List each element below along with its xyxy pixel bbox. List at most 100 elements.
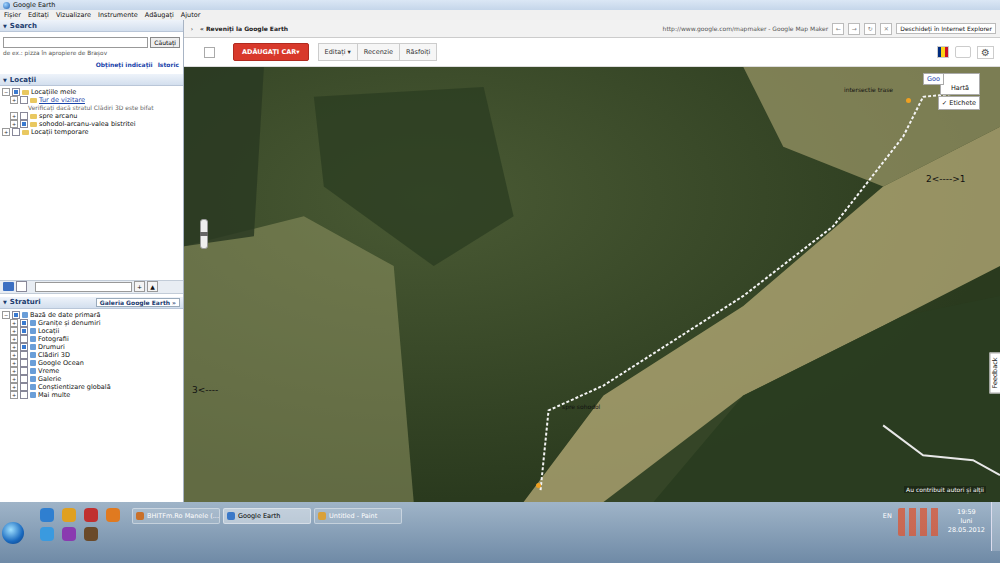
show-desktop-button[interactable]: [991, 502, 1000, 551]
checkbox[interactable]: [20, 383, 28, 391]
search-button[interactable]: Căutați: [150, 37, 180, 48]
expander-icon[interactable]: +: [10, 112, 18, 120]
expander-icon[interactable]: +: [10, 96, 18, 104]
expander-icon[interactable]: −: [2, 311, 10, 319]
stop-icon[interactable]: ✕: [880, 23, 892, 35]
search-link[interactable]: Istoric: [158, 61, 179, 68]
app-icon[interactable]: [84, 508, 98, 522]
clock[interactable]: 19:59luni28.05.2012: [948, 508, 985, 535]
place-item[interactable]: −Locațiile mele: [2, 88, 181, 96]
language-indicator[interactable]: EN: [883, 512, 892, 520]
expander-icon[interactable]: +: [10, 120, 18, 128]
reload-icon[interactable]: ↻: [864, 23, 876, 35]
layer-item[interactable]: +Locații: [2, 327, 181, 335]
forward-arrow-icon[interactable]: →: [848, 23, 860, 35]
checkbox[interactable]: [20, 327, 28, 335]
layer-item[interactable]: +Drumuri: [2, 343, 181, 351]
layer-item[interactable]: −Bază de date primară: [2, 311, 181, 319]
fullscreen-icon[interactable]: [204, 47, 215, 58]
gallery-button[interactable]: Galeria Google Earth »: [96, 298, 180, 307]
menu-item[interactable]: Adăugați: [145, 11, 174, 19]
app-icon[interactable]: [106, 508, 120, 522]
expander-icon[interactable]: +: [10, 391, 18, 399]
checkbox[interactable]: [20, 359, 28, 367]
checkbox[interactable]: [20, 112, 28, 120]
pin-icon[interactable]: [906, 98, 911, 103]
menu-item[interactable]: Ajutor: [181, 11, 201, 19]
checkbox[interactable]: [20, 335, 28, 343]
checkbox[interactable]: [20, 120, 28, 128]
add-button[interactable]: ADĂUGAȚI CAR▾: [233, 43, 309, 61]
layer-item[interactable]: +Google Ocean: [2, 359, 181, 367]
layer-item[interactable]: +Galerie: [2, 375, 181, 383]
app-icon[interactable]: [62, 527, 76, 541]
expander-icon[interactable]: +: [2, 128, 10, 136]
tray-icons[interactable]: [898, 508, 942, 536]
expander-icon[interactable]: +: [10, 327, 18, 335]
expander-icon[interactable]: +: [10, 383, 18, 391]
expander-icon[interactable]: +: [10, 351, 18, 359]
expander-icon[interactable]: +: [10, 367, 18, 375]
checkbox[interactable]: [12, 128, 20, 136]
expander-icon[interactable]: +: [10, 319, 18, 327]
place-item[interactable]: +Locații temporare: [2, 128, 181, 136]
menu-item[interactable]: Editați: [28, 11, 49, 19]
expander-icon[interactable]: +: [10, 343, 18, 351]
place-item[interactable]: +Tur de vizitare: [2, 96, 181, 104]
checkbox[interactable]: [12, 311, 20, 319]
open-in-ie-button[interactable]: Deschideți în Internet Explorer: [896, 23, 996, 34]
expander-icon[interactable]: +: [10, 359, 18, 367]
checkbox[interactable]: [20, 375, 28, 383]
link-icon[interactable]: [955, 46, 971, 58]
checkbox[interactable]: [20, 391, 28, 399]
checkbox[interactable]: [20, 96, 28, 104]
place-item[interactable]: Verificați dacă stratul Clădiri 3D este …: [2, 104, 181, 112]
panel-search[interactable]: [35, 282, 132, 292]
app-icon[interactable]: [40, 527, 54, 541]
start-button[interactable]: [2, 522, 24, 544]
search-header[interactable]: ▼Search: [0, 20, 183, 32]
menu-item[interactable]: Vizualizare: [56, 11, 91, 19]
layer-item[interactable]: +Clădiri 3D: [2, 351, 181, 359]
checkbox[interactable]: [20, 351, 28, 359]
task-button[interactable]: Untitled - Paint: [314, 508, 402, 524]
checkbox[interactable]: [20, 367, 28, 375]
search-link[interactable]: Obțineți indicații: [96, 61, 153, 68]
task-button[interactable]: Google Earth: [223, 508, 311, 524]
layer-item[interactable]: +Conștientizare globală: [2, 383, 181, 391]
map-type-button[interactable]: Hartă: [940, 73, 980, 95]
expander-icon[interactable]: +: [10, 375, 18, 383]
layer-item[interactable]: +Vreme: [2, 367, 181, 375]
map-thumbnail[interactable]: Goo: [923, 73, 944, 85]
sidebar-tab-icon[interactable]: [16, 281, 27, 292]
feedback-tab[interactable]: Feedback: [990, 353, 1000, 394]
panel-button[interactable]: ▲: [147, 281, 158, 292]
zoom-slider[interactable]: [200, 219, 208, 249]
app-icon[interactable]: [84, 527, 98, 541]
layer-item[interactable]: +Fotografii: [2, 335, 181, 343]
back-to-earth[interactable]: « Reveniți la Google Earth: [200, 25, 659, 32]
layers-header[interactable]: ▼StraturiGaleria Google Earth »: [0, 297, 183, 309]
labels-toggle[interactable]: ✓ Etichete: [938, 96, 980, 110]
flag-icon[interactable]: [937, 46, 949, 58]
pin-icon[interactable]: [536, 483, 541, 488]
app-icon[interactable]: [62, 508, 76, 522]
earth-tab-icon[interactable]: [3, 282, 14, 291]
checkbox[interactable]: [12, 88, 20, 96]
expander-icon[interactable]: +: [10, 335, 18, 343]
menu-item[interactable]: Instrumente: [98, 11, 138, 19]
menu-item[interactable]: Fișier: [4, 11, 21, 19]
layer-item[interactable]: +Granițe și denumiri: [2, 319, 181, 327]
panel-button[interactable]: +: [134, 281, 145, 292]
collapse-icon[interactable]: ›: [188, 25, 196, 32]
layer-item[interactable]: +Mai multe: [2, 391, 181, 399]
checkbox[interactable]: [20, 343, 28, 351]
mode-button[interactable]: Recenzie: [357, 43, 400, 61]
expander-icon[interactable]: −: [2, 88, 10, 96]
app-icon[interactable]: [40, 508, 54, 522]
mode-button[interactable]: Răsfoiți: [399, 43, 437, 61]
search-input[interactable]: [3, 37, 148, 48]
places-header[interactable]: ▼Locații: [0, 74, 183, 86]
task-button[interactable]: BHITFm.Ro Manele (...: [132, 508, 220, 524]
back-arrow-icon[interactable]: ←: [832, 23, 844, 35]
